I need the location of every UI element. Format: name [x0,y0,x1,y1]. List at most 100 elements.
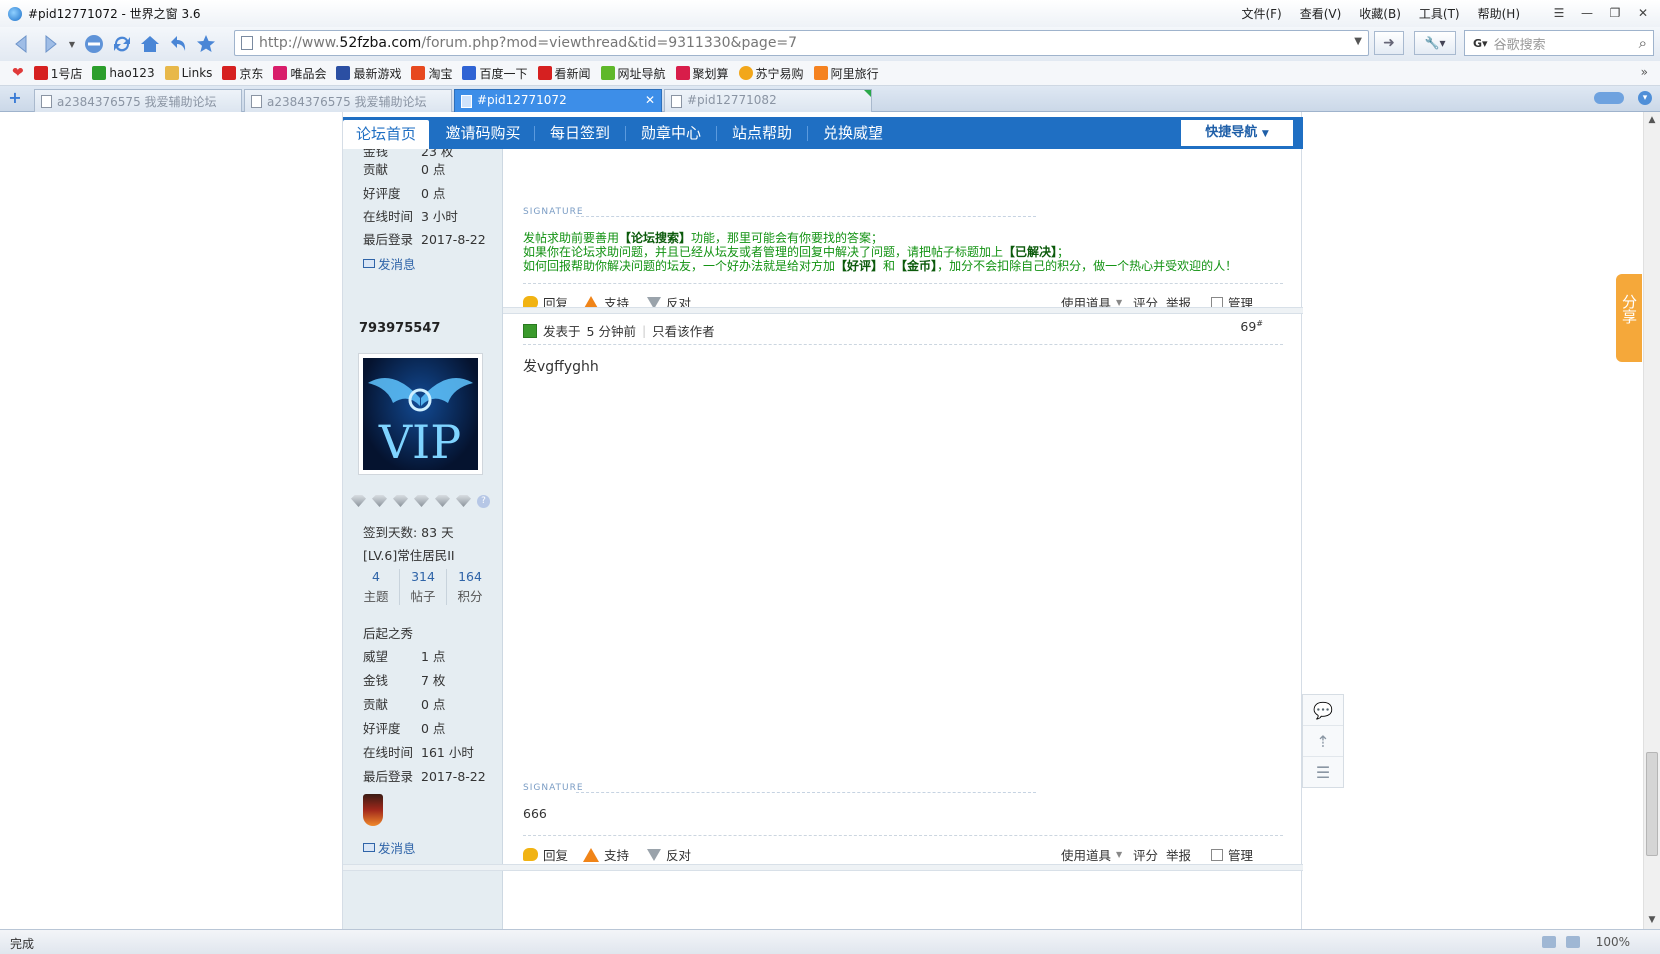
avatar[interactable]: VIP [358,353,483,475]
tab-scroll-control[interactable] [1594,92,1624,104]
use-tools-button[interactable]: 使用道具 ▼ [1061,845,1122,864]
tab[interactable]: #pid12771082 [664,89,872,112]
favorites-heart-icon[interactable]: ❤ [12,65,24,81]
menu-tools[interactable]: 工具(T) [1419,5,1460,22]
home-icon [141,36,159,52]
tab-menu-icon[interactable]: ▾ [1638,91,1652,105]
nav-site-help[interactable]: 站点帮助 [718,117,806,149]
bookmark-item[interactable]: 京东 [222,65,263,82]
tab[interactable]: a2384376575 我爱辅助论坛 [34,89,242,112]
diamond-icon [372,495,387,507]
nav-divider [625,126,626,141]
help-icon[interactable]: ? [477,495,490,508]
window-title: #pid12771072 - 世界之窗 3.6 [28,7,201,21]
search-placeholder: 谷歌搜索 [1493,37,1546,53]
diamond-icon [351,495,366,507]
bookmark-item[interactable]: 聚划算 [675,65,729,82]
share-tab[interactable]: 分享 [1616,274,1642,362]
count-posts[interactable]: 314 帖子 [400,569,447,605]
forum-tip-line: 如何回报帮助你解决问题的坛友，一个好办法就是给对方加【好评】和【金币】，加分不会… [523,259,1238,273]
rank-diamonds: ? [351,495,490,508]
favorite-button[interactable] [194,32,218,56]
post-author-name[interactable]: 793975547 [359,321,440,336]
nav-daily-sign[interactable]: 每日签到 [536,117,624,149]
scroll-down-icon[interactable]: ▼ [1644,912,1660,929]
undo-close-button[interactable] [166,32,190,56]
bookmark-item[interactable]: 阿里旅行 [813,65,879,82]
back-button[interactable] [10,32,34,56]
zoom-level[interactable]: 100% [1596,935,1630,949]
tools-button[interactable]: 🔧▾ [1414,31,1456,55]
menu-file[interactable]: 文件(F) [1241,5,1281,22]
nav-invite-code[interactable]: 邀请码购买 [435,117,531,149]
bookmark-item[interactable]: 最新游戏 [336,65,401,82]
bookmark-item[interactable]: Links [164,66,212,80]
reply-button[interactable]: 回复 [523,845,568,864]
bookmarks-bar: ❤ 1号店 hao123 Links 京东 唯品会 最新游戏 淘宝 百度一下 看… [0,61,1660,86]
status-bar: 完成 100% [0,929,1660,954]
stat-row: 贡献 0 点 [363,162,446,177]
send-message-link[interactable]: 发消息 [363,838,416,857]
scrollbar-thumb[interactable] [1646,752,1658,856]
search-engine-icon[interactable]: G▾ [1473,37,1488,50]
maximize-icon[interactable]: ❐ [1606,4,1624,22]
nav-medal-center[interactable]: 勋章中心 [627,117,715,149]
user-title: 后起之秀 [363,626,414,641]
menu-view[interactable]: 查看(V) [1300,5,1342,22]
address-bar[interactable]: http://www.52fzba.com/forum.php?mod=view… [234,30,1369,56]
tab-close-icon[interactable]: ✕ [645,93,655,107]
user-counts: 4 主题 314 帖子 164 积分 [353,569,493,605]
bookmark-item[interactable]: 苏宁易购 [738,65,804,82]
manage-checkbox[interactable]: 管理 [1211,845,1253,864]
url-dropdown-icon[interactable]: ▼ [1354,36,1362,47]
user-level[interactable]: [LV.6]常住居民II [363,545,455,564]
medal-badge-icon[interactable] [363,794,383,826]
skin-icon[interactable]: ☰ [1550,4,1568,22]
post-meta: 发表于 5 分钟前 | 只看该作者 [523,321,715,340]
floor-number[interactable]: 69# [1240,319,1263,334]
count-threads[interactable]: 4 主题 [353,569,400,605]
close-icon[interactable]: ✕ [1634,4,1652,22]
bookmark-item[interactable]: 网址导航 [600,65,666,82]
home-button[interactable] [138,32,162,56]
back-to-list-button[interactable]: ☰ [1303,757,1343,788]
support-button[interactable]: 支持 [583,845,629,864]
forward-button[interactable] [38,32,62,56]
nav-forum-home[interactable]: 论坛首页 [343,120,429,149]
tab-active[interactable]: #pid12771072 ✕ [454,89,662,112]
menu-help[interactable]: 帮助(H) [1478,5,1520,22]
menu-favorites[interactable]: 收藏(B) [1359,5,1401,22]
scroll-up-icon[interactable]: ▲ [1644,112,1660,129]
new-tab-button[interactable]: + [6,89,24,107]
download-icon[interactable] [1566,936,1580,948]
vertical-scrollbar[interactable]: ▲ ▼ [1643,112,1660,929]
report-button[interactable]: 举报 [1166,845,1191,864]
bookmark-item[interactable]: 看新闻 [537,65,591,82]
user-info-column: 金钱 23 枚 贡献 0 点 好评度 0 点 在线时间 3 小时 最后登录 2017-8-… [343,144,503,929]
search-icon[interactable]: ⌕ [1639,34,1647,52]
tab[interactable]: a2384376575 我爱辅助论坛 [244,89,452,112]
minimize-icon[interactable]: — [1578,4,1596,22]
count-points[interactable]: 164 积分 [447,569,493,605]
stop-button[interactable] [82,32,106,56]
rate-button[interactable]: 评分 [1133,845,1158,864]
bookmark-item[interactable]: 1号店 [33,65,82,82]
history-dropdown[interactable]: ▼ [66,32,78,56]
back-to-top-button[interactable]: ⇡ [1303,726,1343,757]
send-message-link[interactable]: 发消息 [363,254,416,273]
oppose-button[interactable]: 反对 [647,845,691,864]
only-author-link[interactable]: 只看该作者 [652,321,715,340]
bookmark-icon [675,66,690,80]
go-button[interactable]: ➜ [1374,31,1404,55]
nav-exchange[interactable]: 兑换威望 [809,117,897,149]
bookmark-item[interactable]: 百度一下 [462,65,528,82]
bookmark-item[interactable]: 淘宝 [411,65,452,82]
security-icon[interactable] [1542,936,1556,948]
quick-nav-button[interactable]: 快捷导航 ▼ [1181,120,1293,146]
bookmarks-overflow-icon[interactable]: » [1641,65,1648,79]
quick-reply-button[interactable]: 💬 [1303,695,1343,726]
refresh-button[interactable] [110,32,134,56]
bookmark-item[interactable]: hao123 [92,66,155,80]
search-input[interactable]: G▾ 谷歌搜索 ⌕ [1464,30,1654,56]
bookmark-item[interactable]: 唯品会 [273,65,326,82]
